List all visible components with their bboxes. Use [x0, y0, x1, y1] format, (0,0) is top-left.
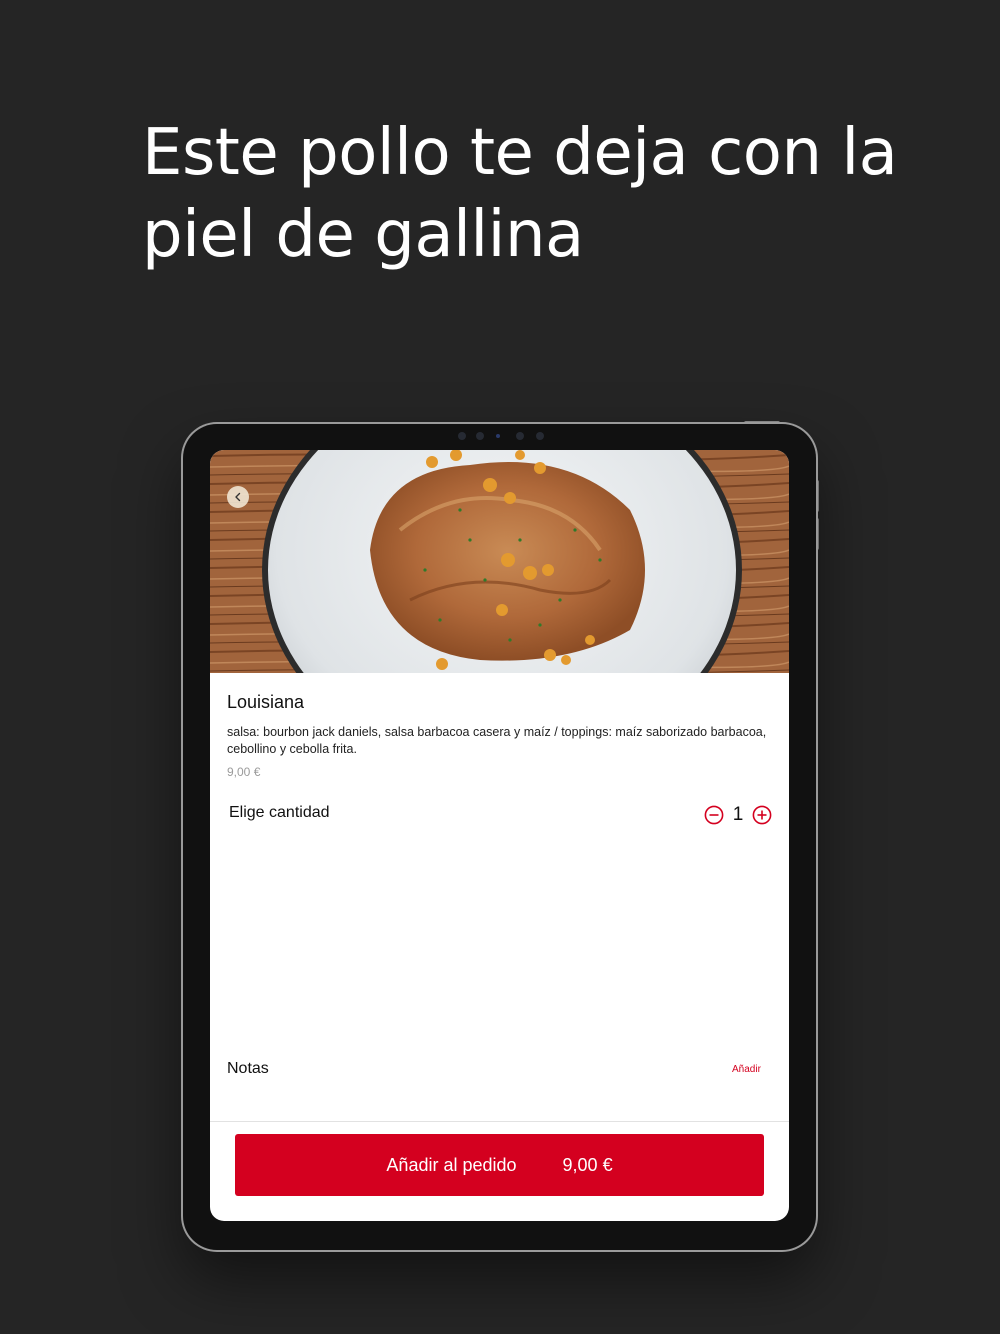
- notes-add-link[interactable]: Añadir: [732, 1064, 761, 1075]
- chevron-left-icon: [235, 492, 241, 502]
- product-name: Louisiana: [227, 692, 305, 712]
- product-photo: [210, 450, 789, 673]
- add-to-order-label: Añadir al pedido: [386, 1154, 517, 1175]
- minus-circle-icon[interactable]: [704, 805, 724, 825]
- tablet-camera: [458, 431, 544, 441]
- notes-label: Notas: [227, 1060, 269, 1077]
- headline: Este pollo te deja con la piel de gallin…: [142, 116, 898, 272]
- add-to-order-button[interactable]: Añadir al pedido 9,00 €: [235, 1134, 764, 1196]
- product-price: 9,00 €: [227, 765, 261, 779]
- divider: [210, 1121, 789, 1122]
- quantity-stepper: 1: [704, 804, 772, 826]
- quantity-label: Elige cantidad: [229, 804, 330, 821]
- back-button[interactable]: [227, 486, 249, 508]
- add-to-order-total: 9,00 €: [562, 1154, 613, 1175]
- plus-circle-icon[interactable]: [752, 805, 772, 825]
- product-description: salsa: bourbon jack daniels, salsa barba…: [227, 725, 767, 756]
- quantity-value: 1: [732, 804, 744, 825]
- app-screen: Louisiana salsa: bourbon jack daniels, s…: [210, 450, 789, 1221]
